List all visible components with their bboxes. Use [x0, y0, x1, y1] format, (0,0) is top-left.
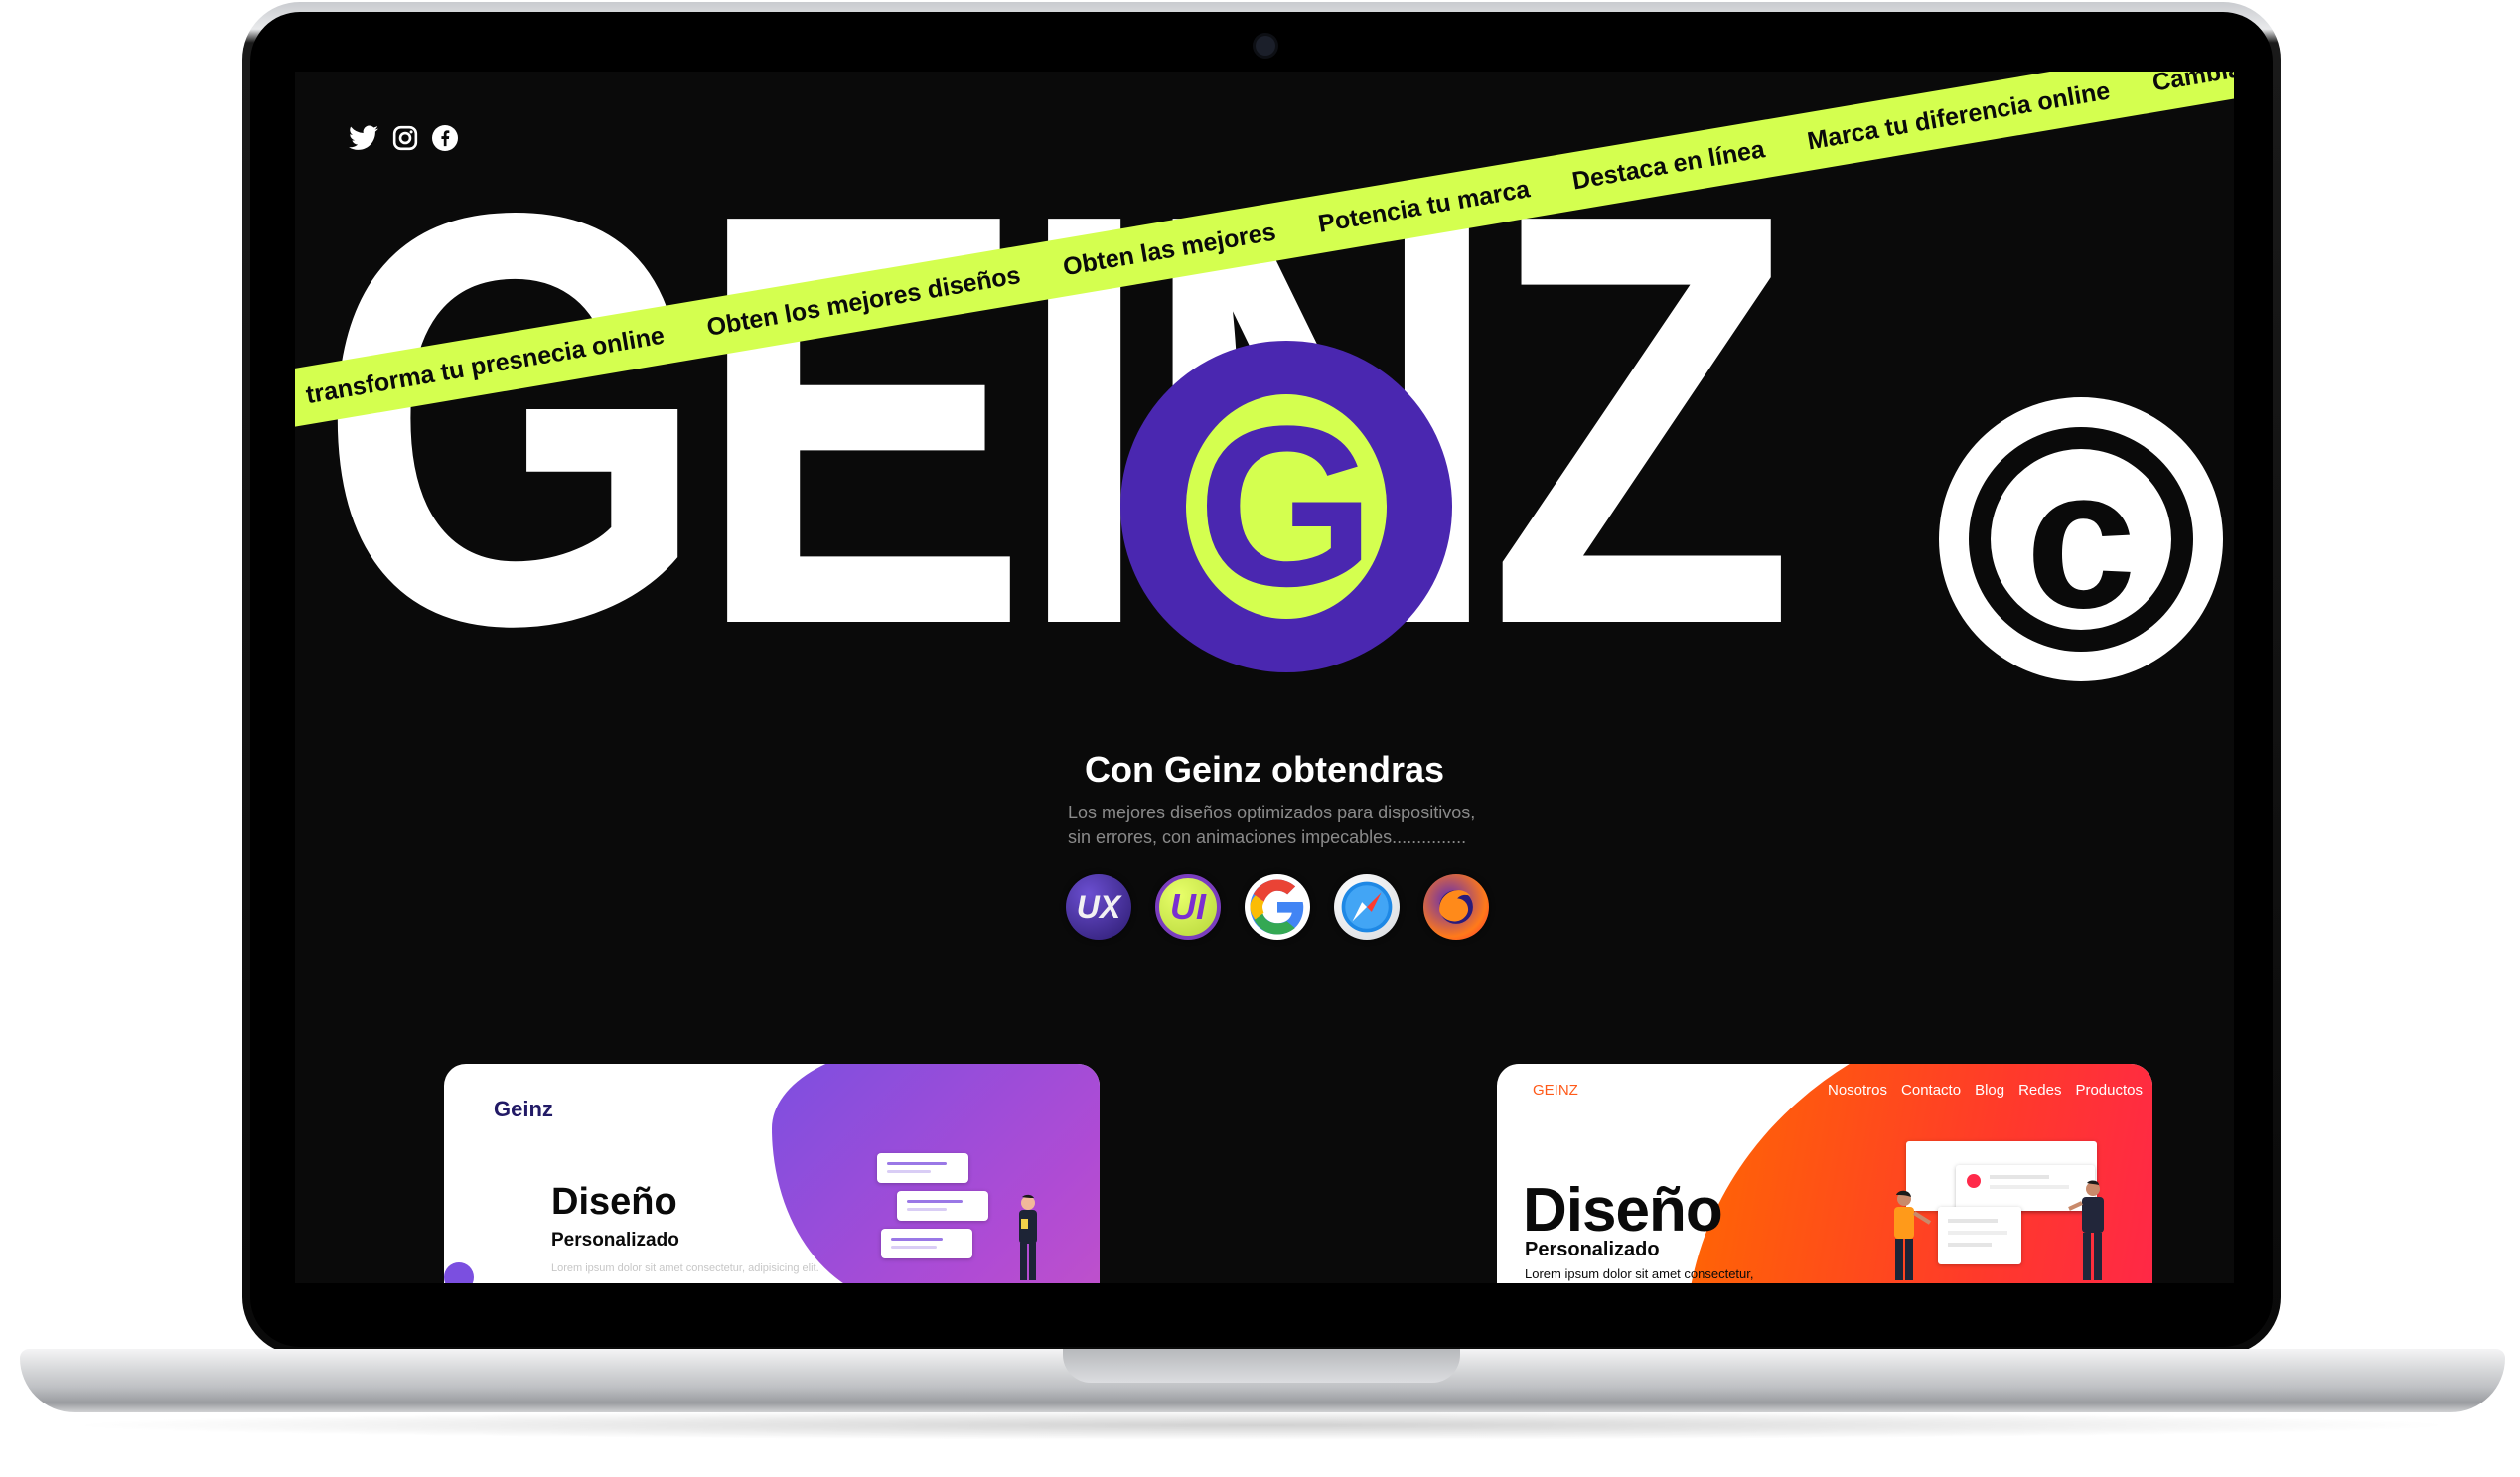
person-illustration	[2068, 1180, 2104, 1280]
card-logo: Geinz	[494, 1097, 553, 1121]
tech-badges: UX UI	[1066, 874, 1489, 940]
hero-logo-text: GEINZ	[317, 92, 1796, 747]
laptop-opening-notch	[1063, 1349, 1460, 1383]
google-chrome-icon	[1245, 874, 1310, 940]
ux-icon: UX	[1066, 874, 1131, 940]
brand-badge-letter: G	[1186, 392, 1387, 621]
ux-label: UX	[1076, 888, 1121, 925]
card-body: Lorem ipsum dolor sit amet consectetur,	[1525, 1266, 1754, 1281]
card-blob	[444, 1262, 474, 1283]
card-body: Lorem ipsum dolor sit amet consectetur, …	[551, 1262, 819, 1274]
card-nav-item[interactable]: Redes	[2018, 1082, 2061, 1099]
features-description-line: sin errores, con animaciones impecables.…	[1068, 827, 1467, 847]
safari-icon	[1334, 874, 1400, 940]
ribbon-item: Marca tu diferencia online	[1805, 75, 2113, 155]
card-nav-item[interactable]: Contacto	[1901, 1082, 1961, 1099]
chat-bubble	[881, 1229, 972, 1258]
preview-card-purple[interactable]: Geinz Diseño Personalizado Lorem ipsum d…	[444, 1064, 1100, 1283]
card-subheading: Personalizado	[1525, 1239, 1660, 1260]
card-nav-item[interactable]: Nosotros	[1828, 1082, 1887, 1099]
features-description-line: Los mejores diseños optimizados para dis…	[1068, 803, 1476, 822]
webcam	[1256, 36, 1275, 56]
person-illustration	[1894, 1190, 1932, 1280]
laptop-screen: GEINZ c transforma tu presnecia online O…	[295, 72, 2234, 1283]
card-logo: GEINZ	[1533, 1082, 1578, 1099]
laptop-shadow	[60, 1410, 2463, 1440]
card-nav: Nosotros Contacto Blog Redes Productos	[1828, 1082, 2152, 1099]
ribbon-item: Cambia	[2149, 72, 2234, 97]
dashboard-panel	[1938, 1207, 2021, 1264]
card-heading: Diseño	[551, 1181, 677, 1223]
card-nav-item[interactable]: Blog	[1975, 1082, 2004, 1099]
card-heading: Diseño	[1523, 1176, 1723, 1245]
brand-badge: G	[1120, 341, 1452, 672]
copyright-glyph: c	[1991, 440, 2171, 639]
person-illustration	[1019, 1194, 1037, 1280]
chat-bubble	[897, 1191, 988, 1221]
card-nav-item[interactable]: Productos	[2075, 1082, 2143, 1099]
features-description: Los mejores diseños optimizados para dis…	[1068, 801, 1515, 850]
preview-card-orange[interactable]: GEINZ Nosotros Contacto Blog Redes Produ…	[1497, 1064, 2152, 1283]
firefox-icon	[1423, 874, 1489, 940]
copyright-icon: c	[1939, 397, 2223, 681]
card-subheading: Personalizado	[551, 1230, 679, 1251]
features-title: Con Geinz obtendras	[1084, 749, 1445, 790]
ui-label: UI	[1170, 886, 1206, 927]
chat-bubble	[877, 1153, 968, 1183]
ui-icon: UI	[1155, 874, 1221, 940]
